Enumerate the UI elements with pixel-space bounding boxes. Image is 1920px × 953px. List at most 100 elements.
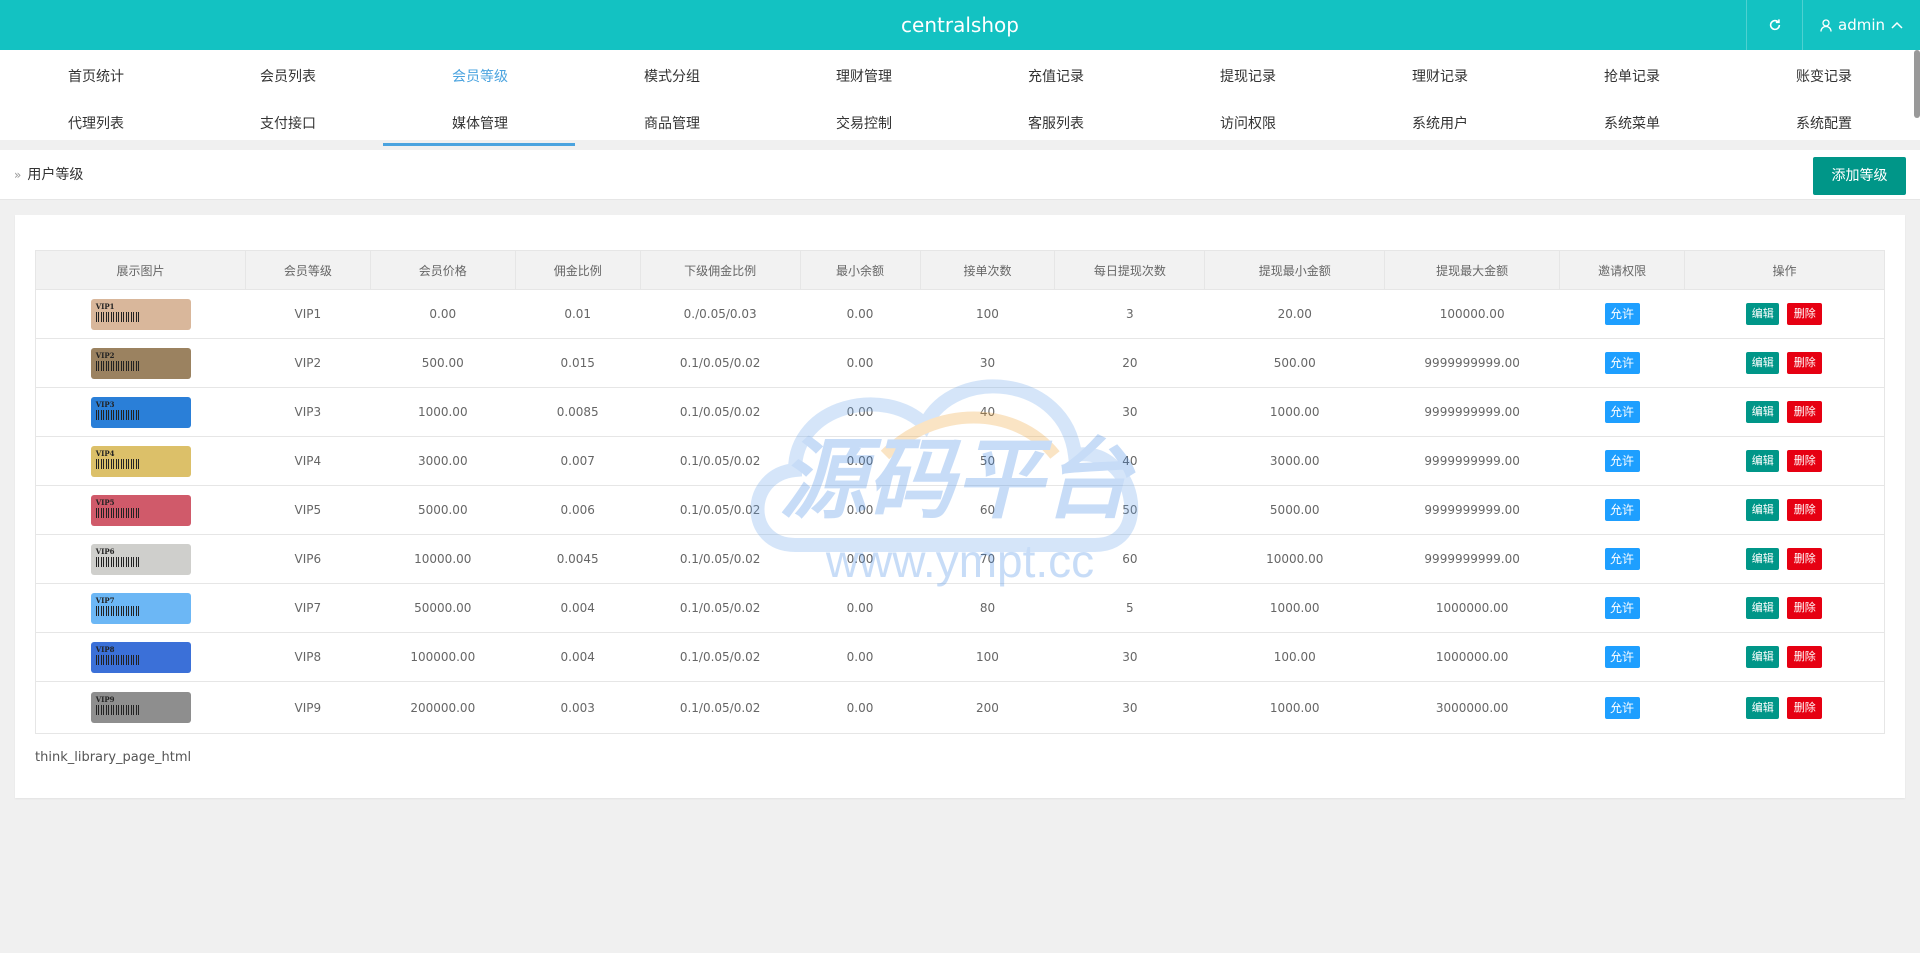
vip-badge-text: VIP5 [95, 497, 115, 507]
invite-allow-button[interactable]: 允许 [1604, 499, 1640, 521]
invite-allow-button[interactable]: 允许 [1604, 597, 1640, 619]
nav-tab-row2-5[interactable]: 交易控制 [768, 101, 960, 147]
nav-tab-row2-9[interactable]: 系统菜单 [1536, 101, 1728, 147]
nav-tab-row2-8[interactable]: 系统用户 [1344, 101, 1536, 147]
delete-button[interactable]: 删除 [1787, 352, 1823, 374]
level-cell: VIP8 [245, 632, 371, 682]
delete-button[interactable]: 删除 [1787, 303, 1823, 325]
pagination-text: think_library_page_html [35, 750, 192, 765]
badge-cell: VIP9 [35, 681, 246, 734]
nav-tab-row1-4[interactable]: 模式分组 [576, 54, 768, 100]
level-cell: VIP5 [245, 485, 371, 535]
badge-cell: VIP7 [35, 583, 246, 633]
delete-button[interactable]: 删除 [1787, 597, 1823, 619]
withdraw-max-cell: 1000000.00 [1384, 583, 1560, 633]
delete-button[interactable]: 删除 [1787, 450, 1823, 472]
invite-allow-button[interactable]: 允许 [1604, 646, 1640, 668]
badge-cell: VIP6 [35, 534, 246, 584]
barcode-icon [95, 605, 140, 616]
column-header: 提现最小金额 [1204, 250, 1386, 290]
commission-rate-cell: 0.0085 [515, 387, 641, 437]
edit-button[interactable]: 编辑 [1746, 401, 1780, 423]
table-row: VIP2 VIP2 500.00 0.015 0.1/0.05/0.02 0.00 30 20… [35, 338, 1885, 388]
level-cell: VIP2 [245, 338, 371, 388]
nav-tab-row1-7[interactable]: 提现记录 [1152, 54, 1344, 100]
withdraw-min-cell: 20.00 [1204, 289, 1385, 339]
actions-cell: 编辑 删除 [1684, 436, 1885, 486]
invite-allow-button[interactable]: 允许 [1604, 352, 1640, 374]
daily-withdraw-count-cell: 30 [1054, 387, 1205, 437]
order-count-cell: 70 [920, 534, 1055, 584]
price-cell: 500.00 [370, 338, 516, 388]
level-cell: VIP7 [245, 583, 371, 633]
order-count-cell: 200 [920, 681, 1055, 734]
withdraw-max-cell: 1000000.00 [1384, 632, 1560, 682]
nav-tab-row1-8[interactable]: 理财记录 [1344, 54, 1536, 100]
delete-button[interactable]: 删除 [1787, 548, 1823, 570]
nav-tab-row2-4[interactable]: 商品管理 [576, 101, 768, 147]
vip-badge-image: VIP1 [90, 298, 191, 330]
edit-button[interactable]: 编辑 [1746, 352, 1780, 374]
table-row: VIP9 VIP9 200000.00 0.003 0.1/0.05/0.02 0.00 2… [35, 681, 1885, 734]
commission-rate-cell: 0.015 [515, 338, 641, 388]
edit-button[interactable]: 编辑 [1746, 303, 1780, 325]
delete-button[interactable]: 删除 [1787, 499, 1823, 521]
app-title: centralshop [901, 13, 1019, 37]
edit-button[interactable]: 编辑 [1746, 450, 1780, 472]
nav-tab-row2-7[interactable]: 访问权限 [1152, 101, 1344, 147]
daily-withdraw-count-cell: 3 [1054, 289, 1205, 339]
delete-button[interactable]: 删除 [1787, 401, 1823, 423]
edit-button[interactable]: 编辑 [1746, 696, 1780, 719]
badge-cell: VIP4 [35, 436, 246, 486]
delete-button[interactable]: 删除 [1787, 696, 1823, 719]
min-balance-cell: 0.00 [800, 583, 920, 633]
nav-tab-row1-9[interactable]: 抢单记录 [1536, 54, 1728, 100]
commission-rate-cell: 0.007 [515, 436, 641, 486]
nav-tab-row1-2[interactable]: 会员列表 [192, 54, 384, 100]
edit-button[interactable]: 编辑 [1746, 597, 1780, 619]
table-row: VIP4 VIP4 3000.00 0.007 0.1/0.05/0.02 0.00 50 4… [35, 436, 1885, 486]
edit-button[interactable]: 编辑 [1746, 499, 1780, 521]
table-row: VIP3 VIP3 1000.00 0.0085 0.1/0.05/0.02 0.00 40… [35, 387, 1885, 437]
sub-commission-rate-cell: 0.1/0.05/0.02 [640, 632, 801, 682]
refresh-button[interactable] [1746, 0, 1802, 50]
edit-button[interactable]: 编辑 [1746, 548, 1780, 570]
min-balance-cell: 0.00 [800, 289, 920, 339]
withdraw-min-cell: 1000.00 [1204, 387, 1385, 437]
vip-badge-image: VIP4 [90, 445, 191, 477]
vip-badge-text: VIP1 [95, 301, 115, 311]
user-menu-button[interactable]: admin [1802, 0, 1920, 50]
badge-cell: VIP8 [35, 632, 246, 682]
commission-rate-cell: 0.004 [515, 632, 641, 682]
price-cell: 10000.00 [370, 534, 516, 584]
nav-tab-row1-1[interactable]: 首页统计 [0, 54, 192, 100]
invite-allow-button[interactable]: 允许 [1604, 696, 1640, 719]
sub-commission-rate-cell: 0.1/0.05/0.02 [640, 485, 801, 535]
delete-button[interactable]: 删除 [1787, 646, 1823, 668]
nav-tab-row2-3[interactable]: 媒体管理 [384, 101, 576, 147]
nav-tab-row1-6[interactable]: 充值记录 [960, 54, 1152, 100]
nav-tab-row1-10[interactable]: 账变记录 [1728, 54, 1920, 100]
add-level-button[interactable]: 添加等级 [1813, 157, 1906, 195]
nav-tab-row2-1[interactable]: 代理列表 [0, 101, 192, 147]
barcode-icon [95, 311, 140, 322]
order-count-cell: 60 [920, 485, 1055, 535]
nav-tab-row1-5[interactable]: 理财管理 [768, 54, 960, 100]
table-row: VIP6 VIP6 10000.00 0.0045 0.1/0.05/0.02 0.00 7… [35, 534, 1885, 584]
invite-allow-button[interactable]: 允许 [1604, 303, 1640, 325]
vip-badge-image: VIP3 [90, 396, 191, 428]
withdraw-min-cell: 500.00 [1204, 338, 1385, 388]
nav-tab-row2-10[interactable]: 系统配置 [1728, 101, 1920, 147]
nav-tab-row2-2[interactable]: 支付接口 [192, 101, 384, 147]
invite-allow-button[interactable]: 允许 [1604, 401, 1640, 423]
nav-tab-row1-3[interactable]: 会员等级 [384, 54, 576, 100]
invite-cell: 允许 [1559, 289, 1685, 339]
vip-badge-image: VIP7 [90, 592, 191, 624]
nav-tab-row2-6[interactable]: 客服列表 [960, 101, 1152, 147]
nav-scrollbar[interactable] [1914, 50, 1920, 118]
invite-allow-button[interactable]: 允许 [1604, 450, 1640, 472]
edit-button[interactable]: 编辑 [1746, 646, 1780, 668]
invite-allow-button[interactable]: 允许 [1604, 548, 1640, 570]
vip-badge-text: VIP7 [95, 595, 115, 605]
column-header: 展示图片 [35, 250, 246, 290]
